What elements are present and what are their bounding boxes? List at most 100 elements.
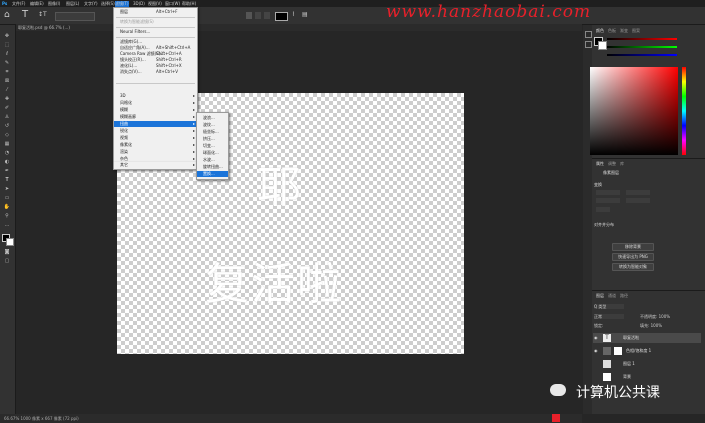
pen-tool-icon[interactable]: ✒	[3, 168, 11, 174]
submenu-item-shear[interactable]: 切变...	[197, 143, 228, 149]
marquee-tool-icon[interactable]: ⬚	[3, 42, 11, 48]
menu-item-other[interactable]: 其它 ▸	[114, 162, 197, 168]
align-left-icon[interactable]	[246, 12, 252, 19]
layer-row-background[interactable]: 背景	[593, 372, 701, 382]
submenu-item-pinch[interactable]: 挤压...	[197, 136, 228, 142]
tab-libraries[interactable]: 库	[620, 161, 624, 167]
history-panel-icon[interactable]	[585, 31, 592, 38]
visibility-eye-icon[interactable]: ◉	[594, 333, 598, 343]
background-color-swatch[interactable]	[6, 238, 14, 246]
dodge-tool-icon[interactable]: ◐	[3, 159, 11, 165]
props-pixel-layer-title: 像素图层	[603, 170, 619, 175]
stamp-tool-icon[interactable]: ♙	[3, 114, 11, 120]
menu-item-distort[interactable]: 扭曲 ▸	[114, 121, 197, 127]
healing-brush-icon[interactable]: ✚	[3, 96, 11, 102]
layer-row-layer1[interactable]: 图层 1	[593, 359, 701, 369]
type-tool-icon[interactable]: T	[22, 9, 28, 20]
ps-logo-icon[interactable]: Ps	[2, 1, 7, 6]
red-slider[interactable]	[607, 38, 677, 40]
menu-item-pixelate[interactable]: 像素化 ▸	[114, 142, 197, 148]
more-tools-icon[interactable]: …	[3, 222, 11, 228]
submenu-item-ripple[interactable]: 波纹...	[197, 122, 228, 128]
menu-item-3d[interactable]: 3D ▸	[114, 93, 197, 99]
props-x-field[interactable]	[596, 198, 620, 203]
menu-item-stylize[interactable]: 风格化 ▸	[114, 100, 197, 106]
convert-smart-object-button[interactable]: 转换为智能对象	[612, 263, 654, 271]
visibility-eye-icon[interactable]: ◉	[594, 346, 598, 356]
tab-layers[interactable]: 图层	[596, 293, 604, 299]
actions-panel-icon[interactable]	[585, 41, 592, 48]
submenu-item-twirl[interactable]: 旋转扭曲...	[197, 164, 228, 170]
tab-swatches[interactable]: 色板	[608, 28, 616, 34]
quick-export-png-button[interactable]: 快速导出为 PNG	[612, 253, 654, 261]
menu-item-vanishing-point[interactable]: 消失点(V)... Alt+Ctrl+V	[114, 69, 197, 75]
frame-tool-icon[interactable]: ⊠	[3, 78, 11, 84]
gradient-tool-icon[interactable]: ▦	[3, 141, 11, 147]
tab-properties[interactable]: 属性	[596, 161, 604, 167]
color-picker-field[interactable]	[590, 67, 678, 155]
hand-tool-icon[interactable]: ✋	[3, 204, 11, 210]
submenu-item-displace[interactable]: 置换...	[197, 171, 228, 177]
align-center-icon[interactable]	[255, 12, 261, 19]
eyedropper-tool-icon[interactable]: ⁄	[3, 87, 11, 93]
quick-select-tool-icon[interactable]: ✎	[3, 60, 11, 66]
move-tool-icon[interactable]: ✥	[3, 33, 11, 39]
type-tool-icon[interactable]: T	[3, 177, 11, 183]
quick-mask-icon[interactable]: ◙	[3, 249, 11, 255]
document-tab[interactable]: 耶复活啦.psd @ 66.7% (...)	[18, 25, 70, 30]
history-brush-icon[interactable]: ↺	[3, 123, 11, 129]
submenu-item-polar[interactable]: 极坐标...	[197, 129, 228, 135]
fill-field[interactable]: 填充: 100%	[640, 323, 662, 328]
menu-item-convert-smart-filter[interactable]: 转换为智能滤镜(S)	[114, 19, 197, 25]
bg-color-swatch-panel[interactable]	[598, 41, 607, 50]
lasso-tool-icon[interactable]: ℓ	[3, 51, 11, 57]
zoom-tool-icon[interactable]: ⚲	[3, 213, 11, 219]
layer-row-adjustment[interactable]: ◉ 色相/饱和度 1	[593, 346, 701, 356]
props-h-field[interactable]	[626, 190, 650, 195]
screen-mode-icon[interactable]: ▢	[3, 258, 11, 264]
canvas-text-line1: 耶	[257, 162, 301, 213]
orientation-icon[interactable]: ↕T	[38, 11, 47, 18]
menu-bar: Ps 文件(F) 编辑(E) 图像(I) 图层(L) 文字(Y) 选择(S) 滤…	[0, 0, 705, 7]
menu-item-blur-gallery[interactable]: 模糊画廊 ▸	[114, 114, 197, 120]
layers-search-field[interactable]: Q 类型	[594, 304, 624, 309]
props-y-field[interactable]	[626, 198, 650, 203]
tab-patterns[interactable]: 图案	[632, 28, 640, 34]
blur-tool-icon[interactable]: ◔	[3, 150, 11, 156]
menu-item-render[interactable]: 渲染 ▸	[114, 149, 197, 155]
remove-background-button[interactable]: 移除背景	[612, 243, 654, 251]
blue-slider[interactable]	[607, 54, 677, 56]
layer-row-text[interactable]: ◉ T 耶复活啦	[593, 333, 701, 343]
warp-text-icon[interactable]: ⌇	[292, 11, 295, 18]
submenu-item-wave[interactable]: 波浪...	[197, 115, 228, 121]
menu-item-neural-filters[interactable]: Neural Filters...	[114, 29, 197, 35]
align-right-icon[interactable]	[264, 12, 270, 19]
brush-tool-icon[interactable]: ✐	[3, 105, 11, 111]
menu-item-video[interactable]: 视频 ▸	[114, 135, 197, 141]
text-color-swatch[interactable]	[275, 12, 288, 21]
character-panel-icon[interactable]: ▤	[302, 11, 308, 18]
menu-item-blur[interactable]: 模糊 ▸	[114, 107, 197, 113]
path-select-icon[interactable]: ➤	[3, 186, 11, 192]
props-angle-field[interactable]	[596, 207, 610, 212]
props-w-field[interactable]	[596, 190, 620, 195]
submenu-item-spherize[interactable]: 球面化...	[197, 150, 228, 156]
tab-gradients[interactable]: 渐变	[620, 28, 628, 34]
green-slider[interactable]	[607, 46, 677, 48]
blend-mode-select[interactable]: 正常	[594, 314, 624, 319]
menu-item-last-filter[interactable]: 图层 Alt+Ctrl+F	[114, 9, 197, 15]
menu-item-sharpen[interactable]: 锐化 ▸	[114, 128, 197, 134]
home-icon[interactable]: ⌂	[4, 10, 10, 20]
tab-paths[interactable]: 路径	[620, 293, 628, 299]
tab-adjustments[interactable]: 调整	[608, 161, 616, 167]
submenu-item-zigzag[interactable]: 水波...	[197, 157, 228, 163]
crop-tool-icon[interactable]: ⌗	[3, 69, 11, 75]
opacity-field[interactable]: 不透明度: 100%	[640, 314, 670, 319]
menu-3d[interactable]: 3D(D)	[133, 1, 145, 6]
hue-slider[interactable]	[682, 67, 686, 155]
tab-channels[interactable]: 通道	[608, 293, 616, 299]
tab-color[interactable]: 颜色	[596, 28, 604, 34]
font-family-field[interactable]	[55, 12, 95, 21]
eraser-tool-icon[interactable]: ◇	[3, 132, 11, 138]
shape-tool-icon[interactable]: ▭	[3, 195, 11, 201]
